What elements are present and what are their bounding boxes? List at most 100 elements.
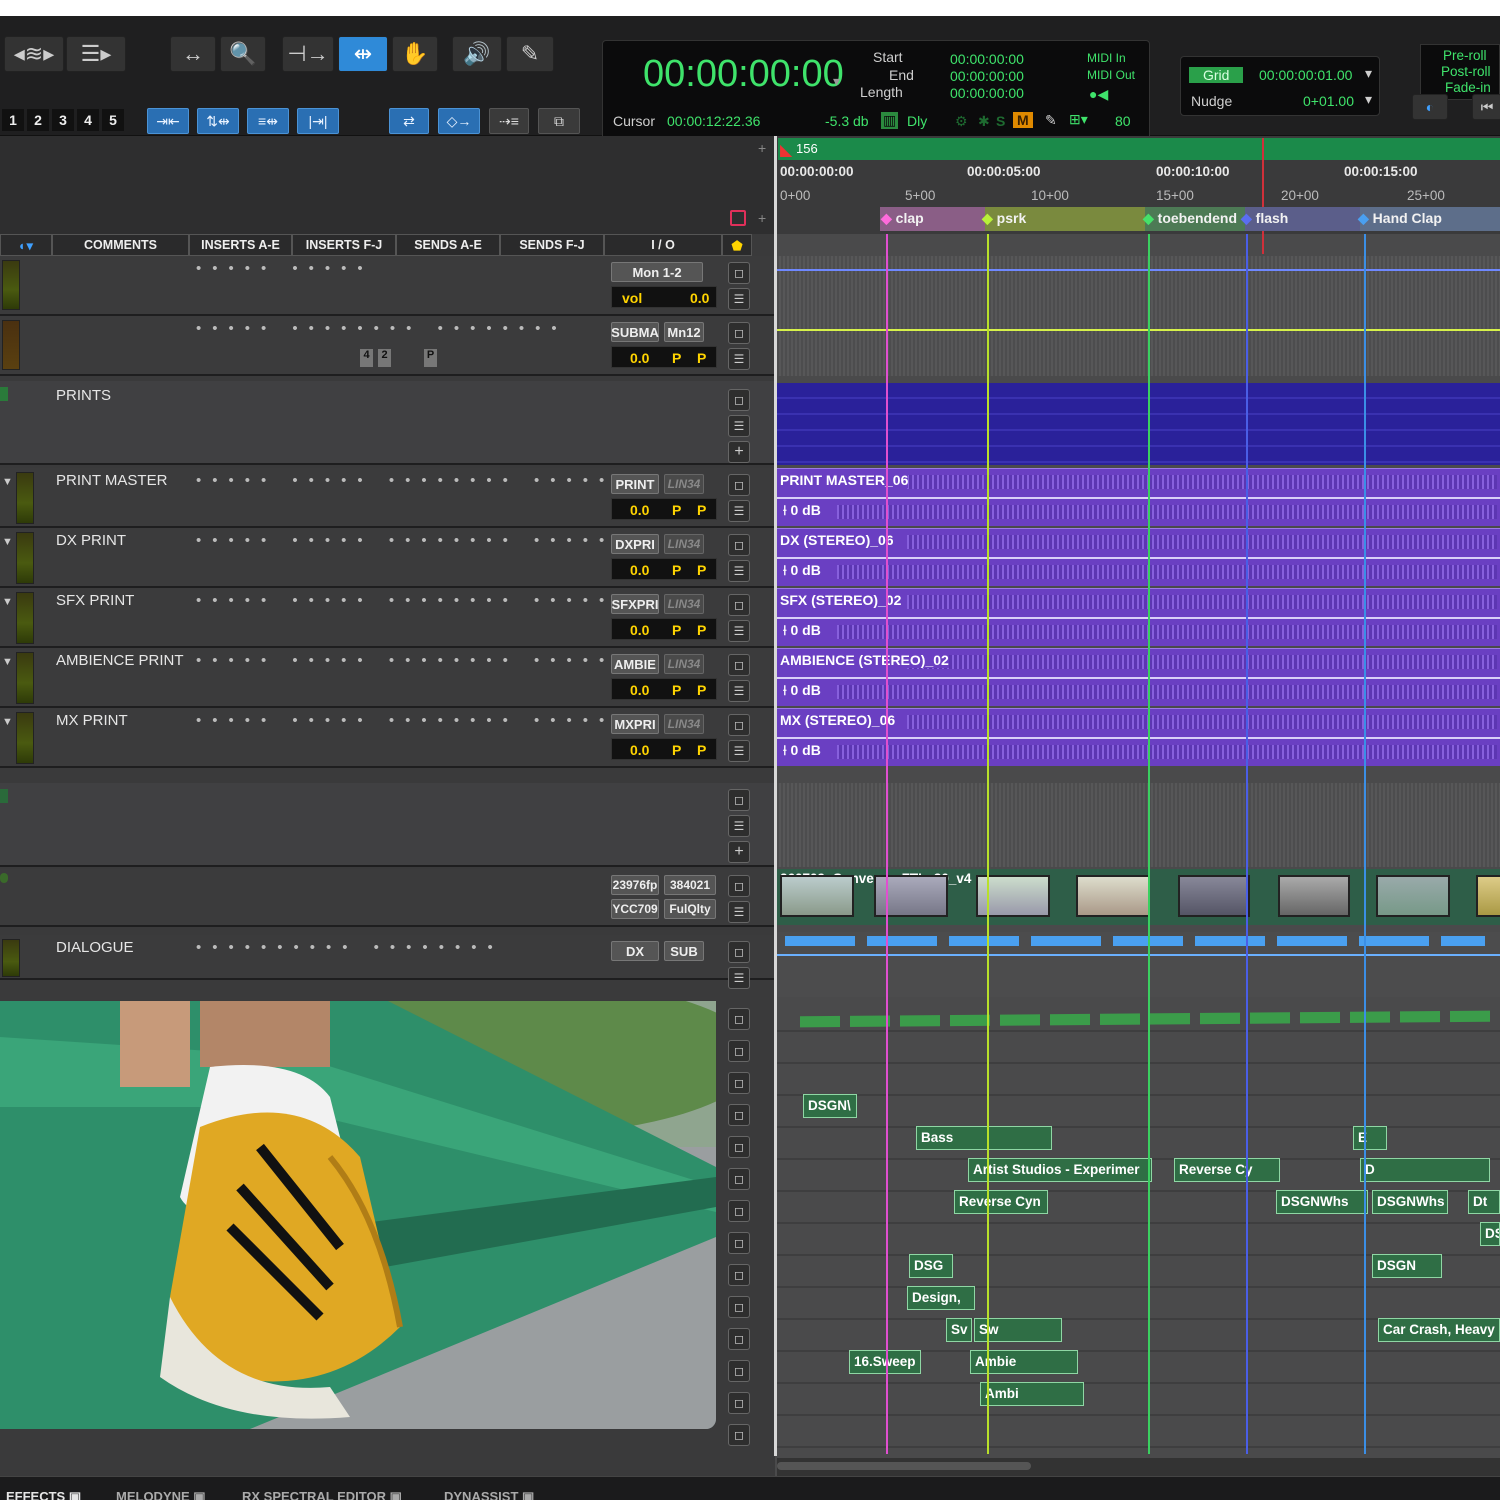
track-options-icon[interactable]: ◻ — [728, 1328, 750, 1350]
column-sends-a-e[interactable]: SENDS A-E — [396, 234, 500, 256]
sfx-clip[interactable]: Dt — [1468, 1190, 1500, 1214]
fadein-label[interactable]: Fade-in — [1445, 80, 1491, 95]
insert-slots[interactable]: •••••••••• •••••••• — [196, 939, 504, 956]
output-selector[interactable]: DXPRI — [611, 534, 659, 554]
track-color-header[interactable]: ◐▾ — [0, 234, 52, 256]
length-value[interactable]: 00:00:00:00 — [950, 85, 1024, 101]
expand-triangle-icon[interactable]: ▼ — [2, 656, 13, 668]
playhead-flag-icon[interactable]: ◣ — [780, 140, 792, 160]
output-selector-2[interactable]: LIN34 — [664, 714, 704, 734]
marker-flash[interactable]: ◆ flash — [1241, 210, 1288, 232]
volume-field[interactable]: vol 0.0 — [611, 286, 717, 308]
track-options-icon[interactable]: ◻ — [728, 1008, 750, 1030]
link-timeline-icon[interactable]: ⇄ — [389, 108, 429, 134]
folder-icon[interactable] — [0, 387, 8, 401]
track-options-icon[interactable]: ◻ — [728, 322, 750, 344]
sfx-clip[interactable]: Reverse Cyn — [954, 1190, 1048, 1214]
grid-mode-icon[interactable]: |⇥| — [297, 108, 339, 134]
asterisk-icon[interactable]: ✱ — [978, 113, 990, 130]
track-options-icon[interactable]: ◻ — [728, 1360, 750, 1382]
output-selector-2[interactable]: LIN34 — [664, 534, 704, 554]
grid-value[interactable]: 00:00:00:01.00 — [1259, 67, 1352, 83]
insert-slots[interactable]: ••••• ••••• •••••••• ••••• — [196, 652, 615, 669]
track-options-icon[interactable]: ◻ — [728, 1040, 750, 1062]
insert-slots[interactable]: ••••• ••••• •••••••• ••••• — [196, 712, 615, 729]
selector-tool-icon[interactable]: ⇹ — [338, 36, 388, 72]
num-value[interactable]: 80 — [1115, 113, 1131, 129]
grid-toggle-icon[interactable]: ⊞▾ — [1069, 111, 1088, 128]
insert-slots[interactable]: ••••• ••••• •••••••• ••••• — [196, 592, 615, 609]
zoom-preset-4[interactable]: 4 — [77, 109, 99, 131]
output-selector-2[interactable]: LIN34 — [664, 474, 704, 494]
record-enable-icon[interactable] — [730, 210, 746, 226]
track-name[interactable]: PRINT MASTER — [56, 472, 167, 489]
track-name[interactable]: SFX PRINT — [56, 592, 134, 609]
sfx-clip[interactable]: Design, — [907, 1286, 975, 1310]
zoom-preset-1[interactable]: 1 — [2, 109, 24, 131]
marker-toebendend[interactable]: ◆ toebendend — [1143, 210, 1237, 232]
track-options-icon[interactable]: ◻ — [728, 1104, 750, 1126]
sfx-clip[interactable]: 16.Sweep — [849, 1350, 921, 1374]
playlist-icon[interactable]: ☰ — [728, 740, 750, 762]
column-sends-f-j[interactable]: SENDS F-J — [500, 234, 604, 256]
sfx-clip[interactable]: DSGNWhs — [1372, 1190, 1448, 1214]
sfx-clip[interactable]: Artist Studios - Experimer — [968, 1158, 1152, 1182]
track-options-icon[interactable]: ◻ — [728, 941, 750, 963]
video-window-titlebar[interactable] — [0, 997, 716, 1001]
sfx-clip[interactable]: Bass — [916, 1126, 1052, 1150]
trim-tool-icon[interactable]: ⊣→ — [282, 36, 334, 72]
marker-psrk[interactable]: ◆ psrk — [982, 210, 1026, 232]
playlist-icon[interactable]: ☰ — [728, 500, 750, 522]
sfx-clip[interactable]: DSGN\ — [803, 1094, 857, 1118]
column-io[interactable]: I / O — [604, 234, 722, 256]
output-selector-2[interactable]: SUB — [664, 941, 704, 961]
playlist-icon[interactable]: ☰ — [728, 560, 750, 582]
zoom-waveform-icon[interactable]: ◂≋▸ — [4, 36, 64, 72]
output-selector[interactable]: PRINT — [611, 474, 659, 494]
scrubber-speaker-icon[interactable]: 🔊 — [452, 36, 502, 72]
playlist-icon[interactable]: ☰ — [728, 415, 750, 437]
playlist-icon[interactable]: ☰ — [728, 288, 750, 310]
volume-field[interactable]: 0.0 P P — [611, 498, 717, 520]
output-selector-2[interactable]: Mn12 — [664, 322, 704, 342]
grabber-hand-icon[interactable]: ✋ — [392, 36, 438, 72]
sfx-clip[interactable]: Reverse Cy — [1174, 1158, 1280, 1182]
mirror-midi-icon[interactable]: ⇢≡ — [489, 108, 529, 134]
pencil-tool-icon[interactable]: ✎ — [506, 36, 554, 72]
playlist-icon[interactable]: ☰ — [728, 967, 750, 989]
slip-mode-icon[interactable]: ⇅⇹ — [197, 108, 239, 134]
video-fps[interactable]: 23976fp — [611, 875, 659, 895]
counter-dropdown-icon[interactable]: ▾ — [833, 73, 840, 90]
track-options-icon[interactable]: ◻ — [728, 1296, 750, 1318]
track-options-icon[interactable]: ◻ — [728, 1168, 750, 1190]
track-options-icon[interactable]: ◻ — [728, 1072, 750, 1094]
end-value[interactable]: 00:00:00:00 — [950, 68, 1024, 84]
sfx-clip[interactable]: DS — [1480, 1222, 1500, 1246]
track-options-icon[interactable]: ◻ — [728, 534, 750, 556]
volume-field[interactable]: 0.0 P P — [611, 678, 717, 700]
track-options-icon[interactable]: ◻ — [728, 1232, 750, 1254]
postroll-label[interactable]: Post-roll — [1441, 64, 1491, 79]
start-value[interactable]: 00:00:00:00 — [950, 51, 1024, 67]
video-rate[interactable]: 384021 — [664, 875, 716, 895]
volume-field[interactable]: 0.0 P P — [611, 558, 717, 580]
dly-label[interactable]: Dly — [907, 113, 927, 129]
track-name[interactable]: MX PRINT — [56, 712, 128, 729]
output-selector[interactable]: SUBMA — [611, 322, 659, 342]
zoom-track-icon[interactable]: ☰▸ — [66, 36, 126, 72]
track-options-icon[interactable]: ◻ — [728, 714, 750, 736]
tab-effects[interactable]: EFFECTS ▣ — [6, 1489, 81, 1500]
send-b-value[interactable]: 2 — [378, 349, 391, 367]
add-track-icon[interactable]: + — [728, 441, 750, 463]
nudge-value[interactable]: 0+01.00 — [1303, 93, 1354, 109]
column-comments[interactable]: COMMENTS — [52, 234, 189, 256]
zoom-preset-5[interactable]: 5 — [102, 109, 124, 131]
insert-slots[interactable]: ••••• •••••••• •••••••• — [196, 320, 568, 337]
video-colorspace[interactable]: YCC709 — [611, 899, 659, 919]
marker-hand-clap[interactable]: ◆ Hand Clap — [1358, 210, 1442, 232]
sfx-clip[interactable]: DSGN — [1372, 1254, 1442, 1278]
output-selector[interactable]: SFXPRI — [611, 594, 659, 614]
tempo-ruler[interactable]: ◣ 156 — [778, 138, 1500, 160]
sfx-clip[interactable]: E — [1353, 1126, 1387, 1150]
insertion-follows-icon[interactable]: ⧉ — [538, 108, 580, 134]
